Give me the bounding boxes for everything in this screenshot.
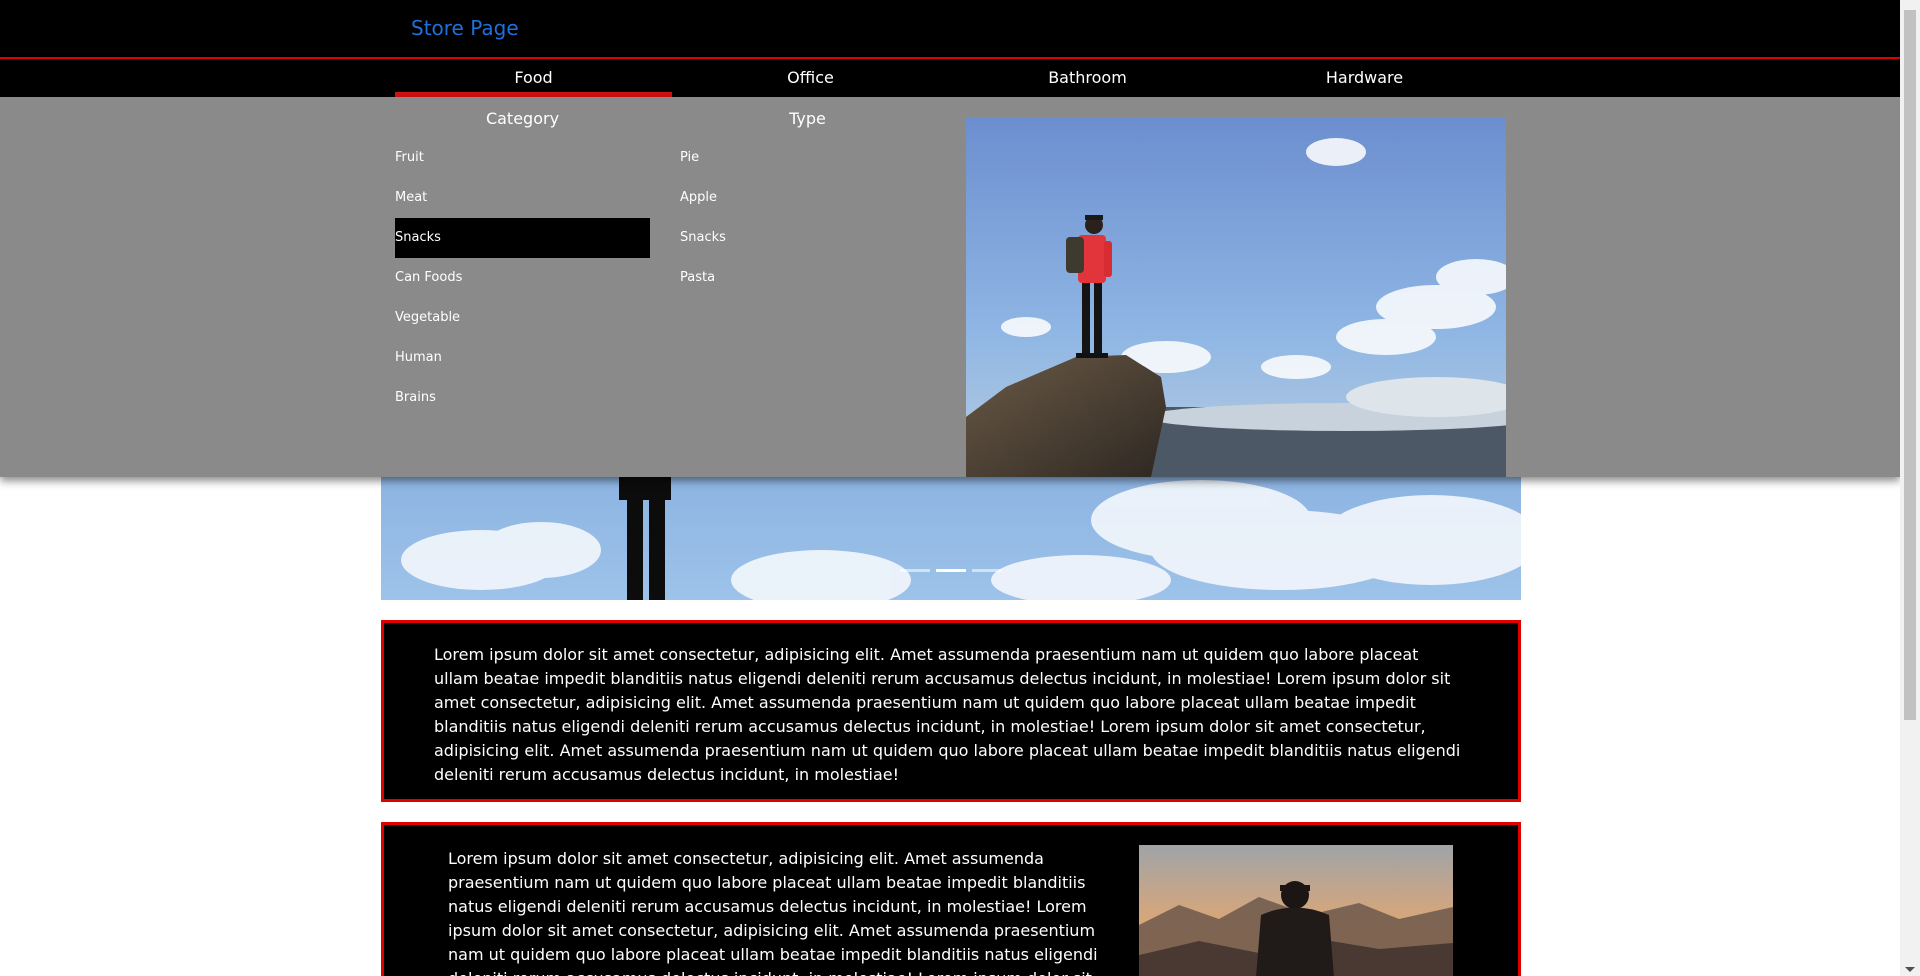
content-card-2-text: Lorem ipsum dolor sit amet consectetur, …: [448, 849, 1098, 976]
type-item-snacks[interactable]: Snacks: [680, 218, 935, 258]
food-mega-menu: Category Type Fruit Meat Snacks Can Food…: [0, 97, 1900, 477]
page-scrollbar[interactable]: [1900, 0, 1920, 976]
main-nav: Food Office Bathroom Hardware: [0, 59, 1900, 97]
category-item-snacks[interactable]: Snacks: [395, 218, 650, 258]
scroll-down-arrow-icon[interactable]: [1905, 967, 1915, 972]
page: Store Page Food Office Bathroom Hardware…: [0, 0, 1900, 976]
carousel-indicator[interactable]: [972, 569, 1002, 572]
brand-link[interactable]: Store Page: [411, 16, 519, 40]
menu-promo-image: [966, 117, 1506, 477]
nav-tab-food[interactable]: Food: [395, 59, 672, 97]
sunset-photo: [1139, 845, 1453, 976]
type-item-pasta[interactable]: Pasta: [680, 258, 935, 298]
content-card-1: Lorem ipsum dolor sit amet consectetur, …: [381, 620, 1521, 802]
carousel-indicators: [900, 569, 1002, 572]
scrollbar-thumb[interactable]: [1904, 10, 1916, 720]
category-item-human[interactable]: Human: [395, 338, 650, 378]
nav-tab-hardware[interactable]: Hardware: [1226, 59, 1503, 97]
content-card-2: Lorem ipsum dolor sit amet consectetur, …: [381, 822, 1521, 976]
nav-tab-bathroom[interactable]: Bathroom: [949, 59, 1226, 97]
nav-tab-office[interactable]: Office: [672, 59, 949, 97]
category-item-vegetable[interactable]: Vegetable: [395, 298, 650, 338]
type-column-title: Type: [789, 109, 826, 128]
category-item-meat[interactable]: Meat: [395, 178, 650, 218]
carousel-indicator-active[interactable]: [936, 569, 966, 572]
category-column-title: Category: [485, 109, 560, 128]
top-header: Store Page: [0, 0, 1900, 59]
carousel-indicator[interactable]: [900, 569, 930, 572]
category-item-fruit[interactable]: Fruit: [395, 138, 650, 178]
category-item-brains[interactable]: Brains: [395, 378, 650, 418]
type-item-apple[interactable]: Apple: [680, 178, 935, 218]
content-card-1-text: Lorem ipsum dolor sit amet consectetur, …: [434, 645, 1461, 784]
category-item-can-foods[interactable]: Can Foods: [395, 258, 650, 298]
type-item-pie[interactable]: Pie: [680, 138, 935, 178]
